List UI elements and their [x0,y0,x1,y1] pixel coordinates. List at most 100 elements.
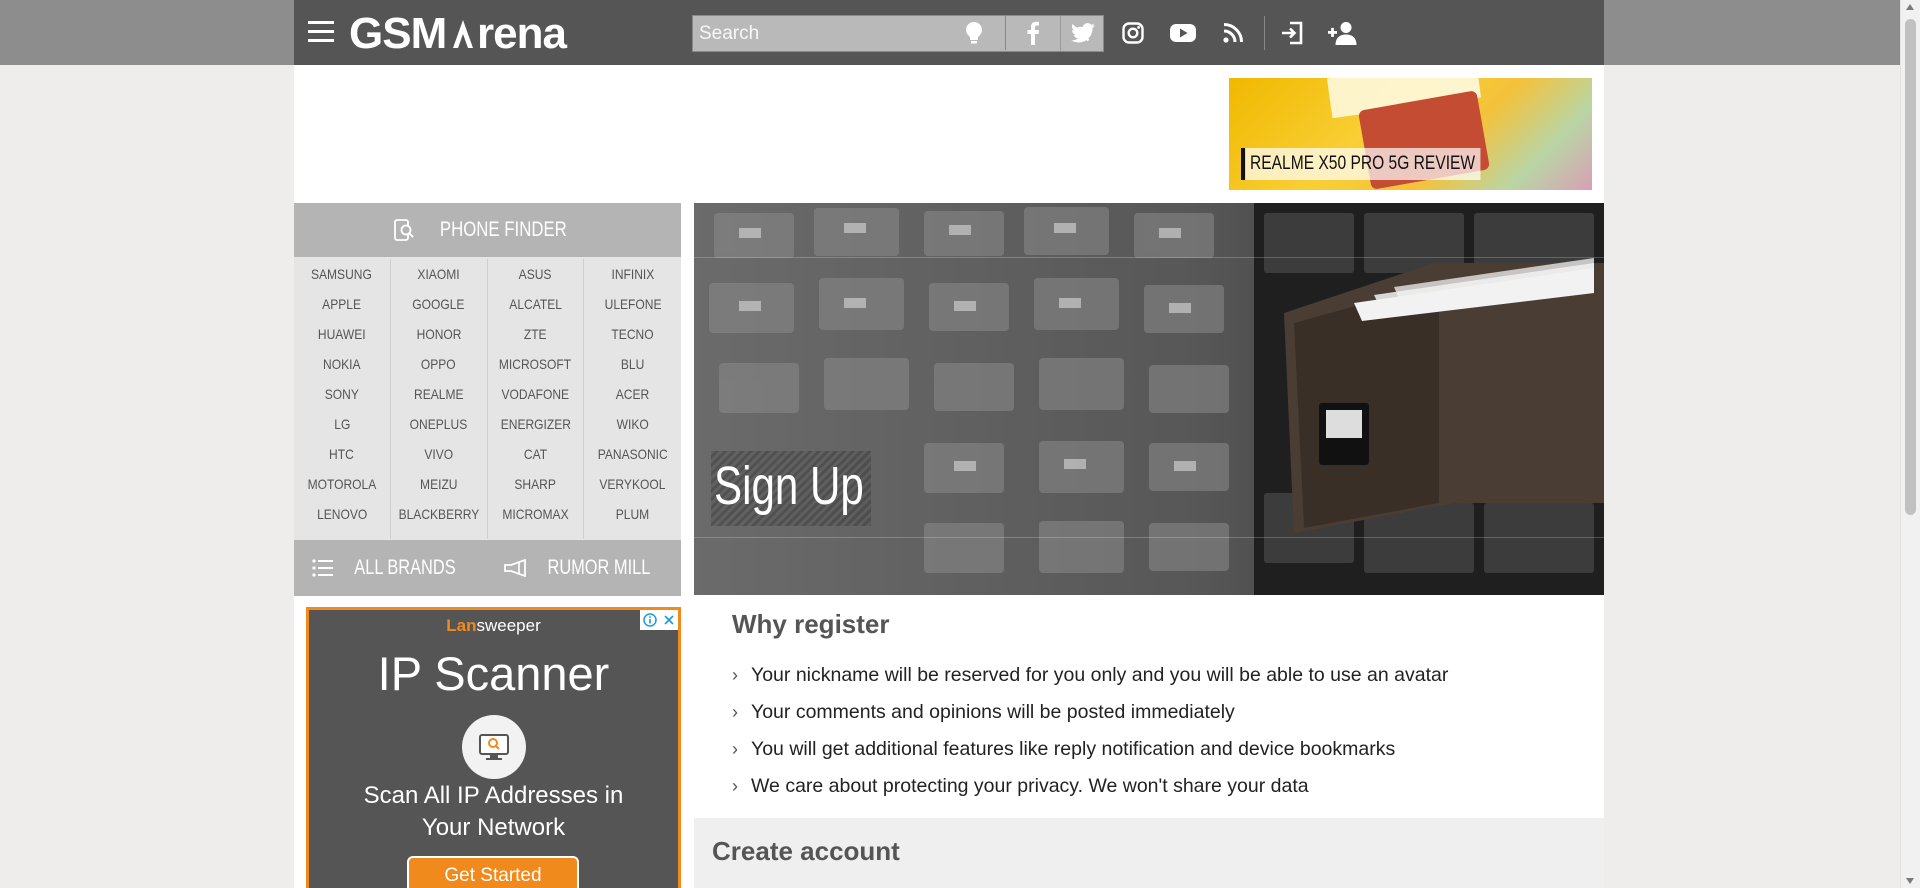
brand-label: MOTOROLA [307,476,377,492]
brand-link[interactable]: SONY [294,379,390,409]
brand-label: BLACKBERRY [398,506,480,522]
brand-label: VIVO [424,446,454,462]
brand-link[interactable]: CAT [488,439,584,469]
brand-link[interactable]: PLUM [584,499,681,529]
list-icon [312,559,333,577]
hero-image: Sign Up [694,203,1604,595]
scroll-down-icon[interactable] [1906,878,1914,884]
brand-column: ASUS ALCATEL ZTE MICROSOFT VODAFONE ENERGIZER… [488,259,585,539]
brand-label: LG [333,416,350,432]
phone-finder-header[interactable]: PHONE FINDER [294,203,681,257]
instagram-icon[interactable] [1118,18,1148,48]
brand-link[interactable]: BLACKBERRY [391,499,487,529]
brand-link[interactable]: ULEFONE [584,289,681,319]
hero-rule-top [694,257,1604,258]
brand-link[interactable]: WIKO [584,409,681,439]
twitter-icon[interactable] [1068,18,1098,48]
brand-link[interactable]: LG [294,409,390,439]
brand-label: TECNO [611,326,654,342]
brand-label: ALCATEL [509,296,562,312]
scroll-up-icon[interactable] [1906,4,1914,10]
brand-link[interactable]: INFINIX [584,259,681,289]
brand-label: XIAOMI [417,266,460,282]
youtube-icon[interactable] [1168,18,1198,48]
list-item-text: You will get additional features like re… [751,738,1396,760]
brand-link[interactable]: ACER [584,379,681,409]
brand-link[interactable]: MICROSOFT [488,349,584,379]
brand-link[interactable]: REALME [391,379,487,409]
why-register-heading: Why register [732,609,890,639]
phone-finder-footer: ALL BRANDS RUMOR MILL [294,540,681,596]
ad-title: IP Scanner [377,647,610,700]
brand-link[interactable]: GOOGLE [391,289,487,319]
brand-link[interactable]: SAMSUNG [294,259,390,289]
list-item-text: Your nickname will be reserved for you o… [751,664,1449,686]
chevron-right-icon: › [732,776,738,796]
rss-icon[interactable] [1218,18,1248,48]
brand-link[interactable]: APPLE [294,289,390,319]
brand-link[interactable]: VIVO [391,439,487,469]
chevron-right-icon: › [732,702,738,722]
brand-link[interactable]: ALCATEL [488,289,584,319]
brand-link[interactable]: MICROMAX [488,499,584,529]
hero-rule-bottom [694,537,1604,538]
brand-link[interactable]: TECNO [584,319,681,349]
brand-label: OPPO [421,356,457,372]
scrollbar[interactable] [1900,0,1920,888]
ad-brand-pre: Lan [446,616,477,635]
brand-link[interactable]: ONEPLUS [391,409,487,439]
list-item-text: We care about protecting your privacy. W… [751,775,1309,797]
brand-label: MICROSOFT [499,356,572,372]
brand-label: APPLE [322,296,362,312]
brand-link[interactable]: ENERGIZER [488,409,584,439]
brand-label: CAT [523,446,547,462]
brand-label: ONEPLUS [409,416,468,432]
brand-link[interactable]: OPPO [391,349,487,379]
brand-label: INFINIX [611,266,655,282]
ad-banner[interactable]: Lansweeper IP Scanner Scan All IP Addres… [306,607,681,888]
brand-link[interactable]: MOTOROLA [294,469,390,499]
brand-link[interactable]: MEIZU [391,469,487,499]
brand-link[interactable]: NOKIA [294,349,390,379]
logo-graphic: GSM rena [349,9,568,58]
facebook-icon[interactable] [1018,18,1048,48]
tip-us-icon[interactable] [959,18,989,48]
brand-label: PANASONIC [597,446,668,462]
brand-label: HUAWEI [318,326,366,342]
search-input[interactable] [693,16,1071,51]
brand-link[interactable]: ASUS [488,259,584,289]
ad-brand: Lansweeper [309,616,678,636]
add-user-icon[interactable] [1328,18,1358,48]
promo-banner[interactable]: REALME X50 PRO 5G REVIEW [1229,78,1592,190]
all-brands-link[interactable]: ALL BRANDS [294,540,488,596]
header-divider [1005,16,1006,50]
hero-title: Sign Up [714,456,864,516]
brand-link[interactable]: VODAFONE [488,379,584,409]
rumor-mill-link[interactable]: RUMOR MILL [488,540,682,596]
brand-label: NOKIA [323,356,361,372]
phone-finder-title: PHONE FINDER [440,218,567,241]
brand-link[interactable]: HONOR [391,319,487,349]
brand-link[interactable]: ZTE [488,319,584,349]
brand-link[interactable]: PANASONIC [584,439,681,469]
chevron-right-icon: › [732,739,738,759]
megaphone-icon [504,559,527,577]
menu-icon[interactable] [308,21,334,43]
brand-link[interactable]: SHARP [488,469,584,499]
brand-link[interactable]: VERYKOOL [584,469,681,499]
brand-link[interactable]: LENOVO [294,499,390,529]
brand-label: MICROMAX [502,506,569,522]
brand-label: ZTE [523,326,547,342]
brand-label: MEIZU [419,476,458,492]
brand-link[interactable]: HTC [294,439,390,469]
phone-search-icon [394,219,414,241]
header-divider [1264,16,1265,50]
brand-link[interactable]: HUAWEI [294,319,390,349]
brand-link[interactable]: XIAOMI [391,259,487,289]
create-account-heading: Create account [712,836,900,866]
scrollbar-thumb[interactable] [1905,19,1916,515]
site-logo[interactable]: GSM rena [349,6,609,58]
brand-link[interactable]: BLU [584,349,681,379]
login-icon[interactable] [1277,18,1307,48]
ad-cta-button[interactable]: Get Started [407,856,579,888]
